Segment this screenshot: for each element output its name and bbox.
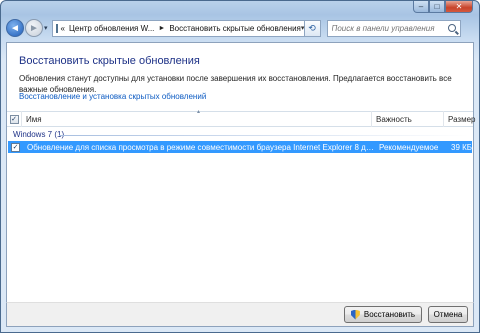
column-header-size-label: Размер — [448, 114, 476, 124]
row-check-cell: ✓ — [8, 142, 23, 152]
restore-hidden-updates-window: – □ ✕ ◄ ► ▾ « Центр обновления W... ► Во… — [0, 0, 480, 333]
update-name: Обновление для списка просмотра в режиме… — [27, 142, 375, 152]
group-divider — [59, 135, 469, 136]
refresh-button[interactable]: ⟲ — [304, 19, 321, 37]
caption-buttons: – □ ✕ — [413, 1, 473, 13]
sort-ascending-icon: ▴ — [197, 109, 201, 115]
control-panel-icon — [55, 23, 58, 33]
column-header-size[interactable]: Размер — [444, 111, 476, 127]
column-header-check[interactable]: ✓ — [7, 111, 22, 127]
recent-pages-dropdown[interactable]: ▾ — [44, 24, 48, 32]
address-bar[interactable]: « Центр обновления W... ► Восстановить с… — [51, 19, 305, 37]
button-bar: Восстановить Отмена — [6, 302, 474, 327]
column-header-name-label: Имя — [26, 114, 42, 124]
row-checkbox[interactable]: ✓ — [11, 142, 20, 152]
breadcrumb-restore-hidden-updates[interactable]: Восстановить скрытые обновления — [169, 24, 301, 33]
breadcrumb-windows-update[interactable]: Центр обновления W... — [69, 24, 154, 33]
column-header-importance-label: Важность — [376, 114, 412, 124]
breadcrumb-overflow[interactable]: « — [61, 24, 65, 33]
list-header: ✓ ▴ Имя Важность Размер — [7, 109, 476, 127]
breadcrumb-separator-icon[interactable]: ► — [158, 25, 165, 32]
search-icon[interactable] — [447, 24, 456, 32]
update-importance: Рекомендуемое — [379, 142, 439, 152]
search-box[interactable] — [326, 19, 461, 37]
uac-shield-icon — [350, 309, 360, 320]
forward-button[interactable]: ► — [25, 19, 43, 37]
navigation-bar: ◄ ► ▾ « Центр обновления W... ► Восстано… — [6, 15, 474, 41]
page-title: Восстановить скрытые обновления — [19, 55, 200, 67]
search-input[interactable] — [331, 23, 444, 33]
update-size: 39 КБ — [451, 142, 473, 152]
close-button[interactable]: ✕ — [445, 1, 473, 13]
restore-and-install-link[interactable]: Восстановление и установка скрытых обнов… — [19, 92, 206, 101]
restore-button-label: Восстановить — [363, 310, 416, 319]
group-header-windows7[interactable]: Windows 7 (1) — [13, 130, 64, 139]
column-header-name[interactable]: ▴ Имя — [22, 109, 372, 127]
restore-button[interactable]: Восстановить — [344, 306, 422, 323]
main-content: Восстановить скрытые обновления Обновлен… — [6, 42, 476, 327]
select-all-checkbox[interactable]: ✓ — [9, 114, 19, 124]
column-header-importance[interactable]: Важность — [372, 111, 444, 127]
cancel-button[interactable]: Отмена — [428, 306, 468, 323]
back-button[interactable]: ◄ — [6, 19, 24, 37]
table-row[interactable]: ✓ Обновление для списка просмотра в режи… — [8, 141, 472, 153]
minimize-button[interactable]: – — [413, 1, 429, 13]
maximize-button[interactable]: □ — [429, 1, 445, 13]
refresh-icon: ⟲ — [308, 22, 316, 33]
